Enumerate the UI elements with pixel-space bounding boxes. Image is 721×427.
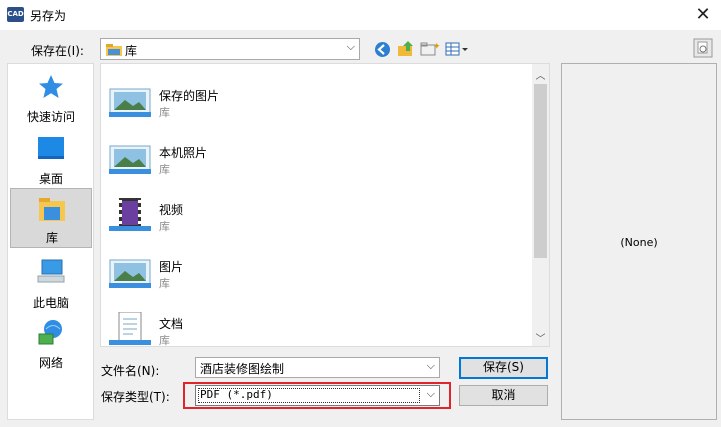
item-name: 保存的图片 xyxy=(159,89,220,103)
save-button[interactable]: 保存(S) xyxy=(459,357,548,379)
filename-label: 文件名(N): xyxy=(101,364,160,378)
dialog-title: 另存为 xyxy=(30,9,67,23)
preview-toggle-icon[interactable] xyxy=(693,38,713,58)
chevron-down-icon: ⌵ xyxy=(426,359,435,372)
filename-input[interactable]: 酒店装修图绘制 ⌵ xyxy=(195,357,440,378)
place-library[interactable]: 库 xyxy=(10,188,92,248)
desktop-icon xyxy=(38,137,64,159)
picture-library-icon xyxy=(109,145,151,174)
list-item[interactable]: 保存的图片 库 xyxy=(101,70,531,125)
cad-app-icon: CAD xyxy=(7,7,24,22)
filetype-label: 保存类型(T): xyxy=(101,390,170,404)
new-folder-icon[interactable]: ✦ xyxy=(420,41,440,57)
item-type: 库 xyxy=(159,106,170,119)
title-bar xyxy=(0,0,721,30)
scroll-down-icon[interactable]: ﹀ xyxy=(532,330,549,345)
file-list: 保存的图片 库 本机照片 库 视频 库 图片 库 文档 库 ︿ ﹀ xyxy=(100,63,550,347)
item-type: 库 xyxy=(159,163,170,176)
scroll-up-icon[interactable]: ︿ xyxy=(532,67,549,82)
vertical-scrollbar[interactable]: ︿ ﹀ xyxy=(532,64,549,346)
network-icon xyxy=(38,320,62,345)
svg-text:✦: ✦ xyxy=(433,42,440,52)
up-folder-icon[interactable] xyxy=(397,40,415,58)
place-this-pc[interactable]: 此电脑 xyxy=(10,254,92,312)
place-network[interactable]: 网络 xyxy=(10,314,92,372)
place-label: 网络 xyxy=(38,356,63,370)
picture-library-icon xyxy=(109,88,151,117)
cancel-button[interactable]: 取消 xyxy=(459,385,548,406)
document-library-icon xyxy=(109,312,151,345)
place-label: 桌面 xyxy=(38,172,63,186)
list-item[interactable]: 文档 库 xyxy=(101,298,531,353)
video-library-icon xyxy=(109,198,151,231)
library-icon xyxy=(39,198,65,221)
place-label: 快速访问 xyxy=(26,110,75,124)
item-type: 库 xyxy=(159,334,170,347)
place-desktop[interactable]: 桌面 xyxy=(10,130,92,188)
preview-text: (None) xyxy=(620,236,658,249)
computer-icon xyxy=(37,259,65,283)
close-icon[interactable]: ✕ xyxy=(690,3,716,27)
highlight-box xyxy=(183,382,451,409)
place-quick-access[interactable]: 快速访问 xyxy=(10,68,92,126)
item-name: 文档 xyxy=(159,317,184,331)
place-label: 此电脑 xyxy=(32,296,69,310)
list-item[interactable]: 图片 库 xyxy=(101,241,531,296)
save-in-value: 库 xyxy=(125,44,138,58)
preview-pane: (None) xyxy=(561,63,717,420)
place-label: 库 xyxy=(45,231,58,245)
star-icon xyxy=(39,75,63,98)
library-folder-icon xyxy=(106,44,122,56)
item-name: 图片 xyxy=(159,260,184,274)
filename-value: 酒店装修图绘制 xyxy=(200,362,285,376)
list-item[interactable]: 本机照片 库 xyxy=(101,127,531,182)
scroll-thumb[interactable] xyxy=(534,84,547,258)
chevron-down-icon: ⌵ xyxy=(346,40,355,53)
view-menu-icon[interactable] xyxy=(445,41,471,57)
list-item[interactable]: 视频 库 xyxy=(101,184,531,239)
back-icon[interactable] xyxy=(374,41,391,58)
item-name: 视频 xyxy=(159,203,184,217)
save-in-label: 保存在(I): xyxy=(31,44,84,58)
item-type: 库 xyxy=(159,277,170,290)
item-type: 库 xyxy=(159,220,170,233)
save-in-dropdown[interactable]: 库 ⌵ xyxy=(100,38,360,60)
item-name: 本机照片 xyxy=(159,146,208,160)
picture-library-icon xyxy=(109,259,151,288)
places-bar: 快速访问 桌面 库 此电脑 网络 xyxy=(7,63,94,420)
